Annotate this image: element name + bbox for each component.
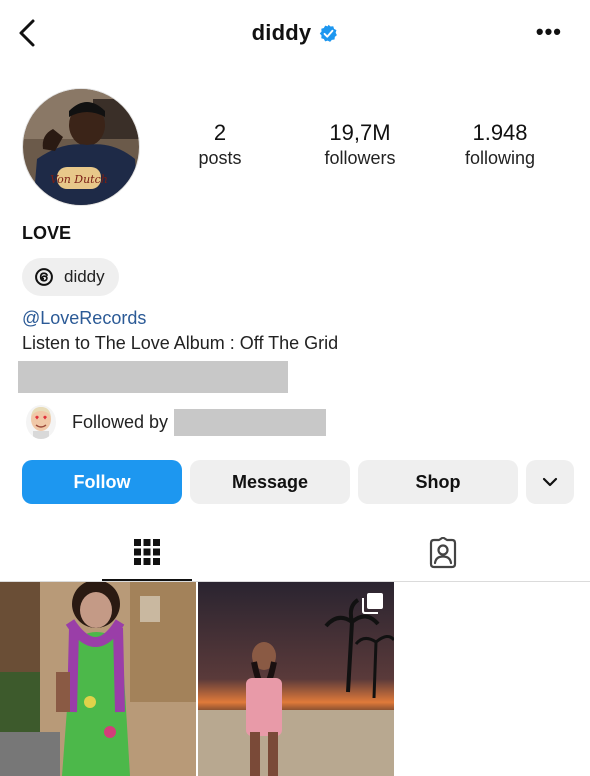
- profile-stats: 2 posts 19,7M followers 1.948 following: [150, 120, 570, 170]
- svg-text:Von Dutch: Von Dutch: [50, 173, 108, 186]
- suggested-dropdown-button[interactable]: [526, 460, 574, 504]
- message-button[interactable]: Message: [190, 460, 350, 504]
- title-wrap: diddy: [0, 20, 590, 46]
- chevron-down-icon: [542, 477, 558, 487]
- threads-label: diddy: [64, 267, 105, 286]
- stat-posts[interactable]: 2 posts: [155, 120, 285, 170]
- multiple-photos-icon: [362, 593, 383, 614]
- redacted-followers: [174, 408, 327, 436]
- redacted-bio-line: [18, 361, 288, 393]
- post-thumbnail[interactable]: [0, 582, 196, 776]
- follow-button[interactable]: Follow: [22, 460, 182, 504]
- profile-avatar[interactable]: Von Dutch: [22, 88, 140, 206]
- profile-tabs: [0, 525, 590, 582]
- stat-label: followers: [324, 148, 396, 168]
- verified-badge-icon: [320, 24, 338, 42]
- threads-icon: [35, 268, 53, 286]
- threads-badge[interactable]: diddy: [22, 258, 119, 296]
- stat-following[interactable]: 1.948 following: [435, 120, 565, 170]
- stat-value: 19,7M: [329, 120, 391, 145]
- followed-by-label: Followed by: [72, 411, 169, 432]
- followed-by-row[interactable]: Followed by: [26, 405, 327, 439]
- more-horizontal-icon: •••: [535, 19, 562, 44]
- top-bar: diddy •••: [0, 0, 590, 70]
- follower-avatar: [26, 405, 56, 439]
- profile-photo: Von Dutch: [23, 89, 139, 205]
- tab-grid[interactable]: [102, 525, 192, 581]
- stat-label: posts: [198, 148, 242, 168]
- stat-followers[interactable]: 19,7M followers: [295, 120, 425, 170]
- page-title: diddy: [251, 20, 312, 45]
- grid-icon: [134, 539, 160, 565]
- shop-button[interactable]: Shop: [358, 460, 518, 504]
- profile-bio: Listen to The Love Album : Off The Grid: [22, 333, 339, 353]
- more-options-button[interactable]: •••: [535, 19, 562, 44]
- tab-tagged[interactable]: [398, 525, 488, 581]
- posts-grid: [0, 582, 590, 776]
- stat-value: 1.948: [472, 120, 528, 145]
- profile-name: LOVE: [22, 223, 72, 243]
- tagged-user-icon: [429, 537, 457, 569]
- stat-label: following: [464, 148, 536, 168]
- action-buttons: Follow Message Shop: [22, 460, 574, 504]
- stat-value: 2: [213, 120, 227, 145]
- follower-photo: [26, 405, 56, 439]
- post-thumbnail[interactable]: [198, 582, 394, 776]
- post-image-1: [0, 582, 196, 776]
- profile-link[interactable]: @LoveRecords: [22, 308, 146, 329]
